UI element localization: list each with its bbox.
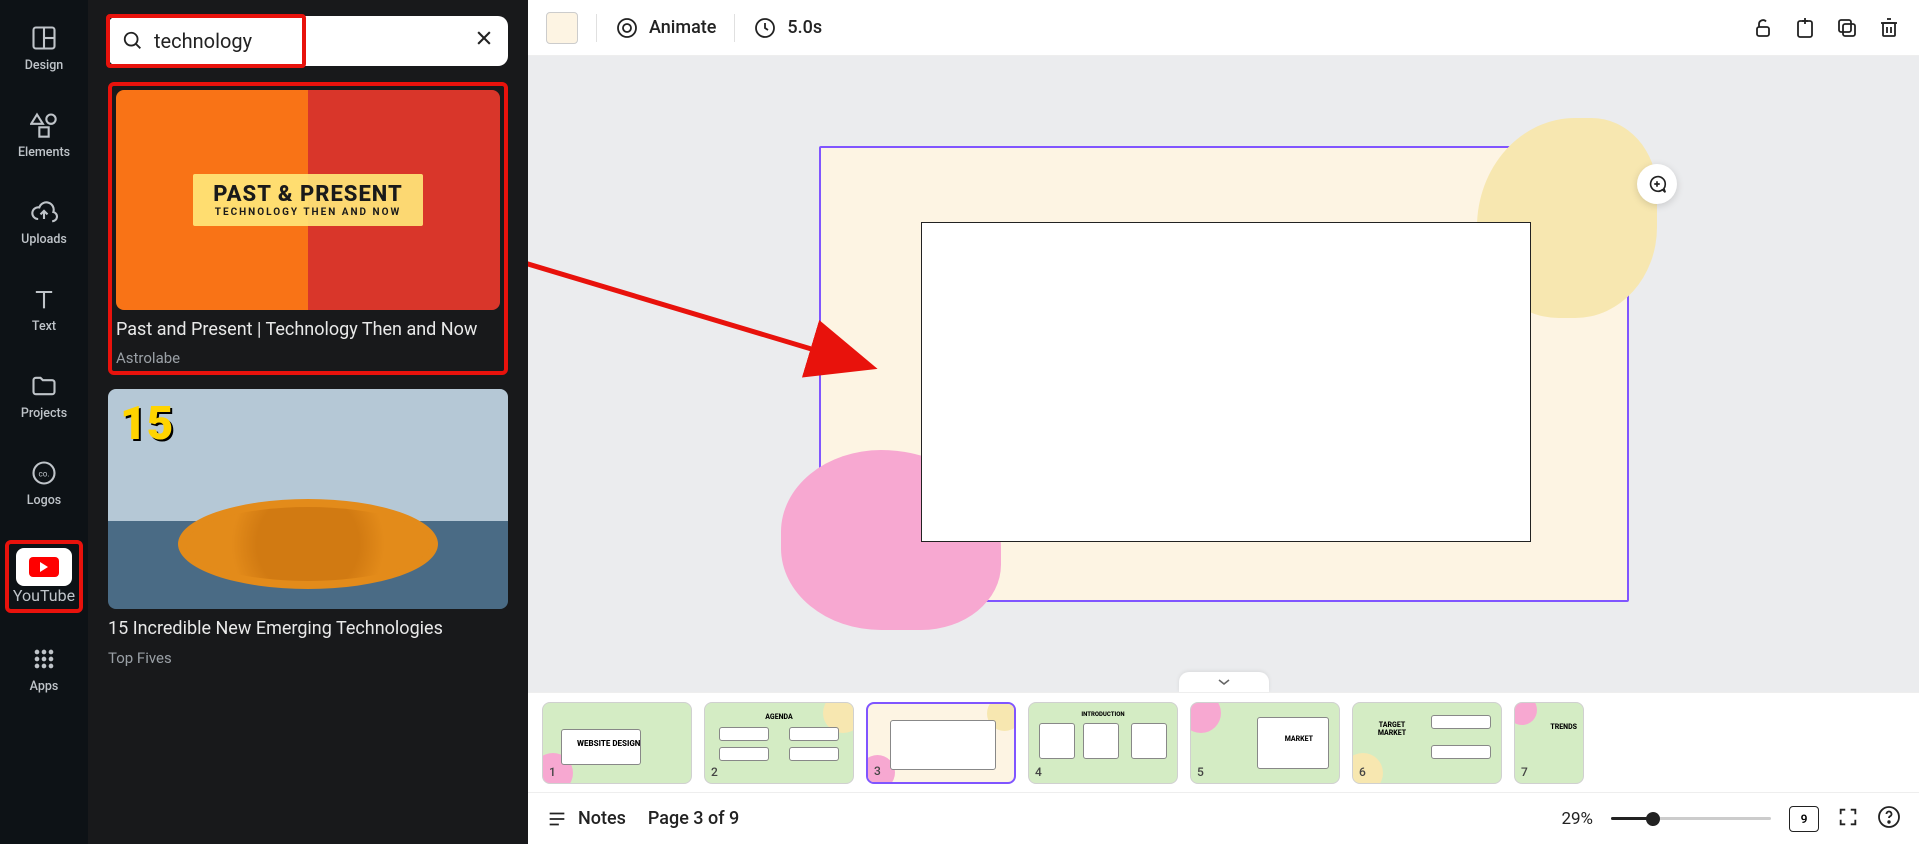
add-page-button[interactable]	[1793, 16, 1817, 40]
slide-thumb-6[interactable]: TARGET MARKET6	[1352, 702, 1502, 784]
search-icon	[122, 30, 144, 52]
nav-label: Design	[25, 58, 64, 73]
context-toolbar: Animate 5.0s	[528, 0, 1919, 56]
filmstrip[interactable]: WEBSITE DESIGN1 AGENDA2 3 INTRODUCTION4 …	[528, 692, 1919, 792]
help-icon	[1877, 805, 1901, 829]
nav-rail: Design Elements Uploads Text Projects	[0, 0, 88, 844]
comment-plus-icon	[1646, 173, 1668, 195]
thumb-illustration	[178, 499, 438, 589]
thumb-banner-line2: TECHNOLOGY THEN AND NOW	[213, 207, 402, 218]
animate-icon	[615, 16, 639, 40]
grid-view-button[interactable]: 9	[1789, 806, 1819, 832]
duration-button[interactable]: 5.0s	[753, 16, 822, 40]
result-title: 15 Incredible New Emerging Technologies	[108, 617, 508, 640]
result-card-2[interactable]: 15 15 Incredible New Emerging Technologi…	[108, 389, 508, 666]
shapes-icon	[30, 111, 58, 139]
duplicate-icon	[1835, 16, 1859, 40]
youtube-highlight: YouTube	[5, 540, 83, 613]
side-panel: PAST & PRESENT TECHNOLOGY THEN AND NOW P…	[88, 0, 528, 844]
layout-icon	[30, 24, 58, 52]
slide-thumb-1[interactable]: WEBSITE DESIGN1	[542, 702, 692, 784]
duration-label: 5.0s	[787, 17, 822, 38]
result-author: Astrolabe	[116, 349, 500, 367]
slide-frame[interactable]	[819, 146, 1629, 602]
youtube-icon	[29, 557, 59, 577]
slide-thumb-3[interactable]: 3	[866, 702, 1016, 784]
page-indicator: Page 3 of 9	[648, 808, 739, 829]
zoom-slider-knob[interactable]	[1646, 812, 1660, 826]
nav-label: Elements	[18, 145, 70, 160]
cloud-upload-icon	[30, 198, 58, 226]
bottom-bar: Notes Page 3 of 9 29% 9	[528, 792, 1919, 844]
toolbar-right	[1751, 16, 1901, 40]
slide-thumb-5[interactable]: MARKET5	[1190, 702, 1340, 784]
nav-projects[interactable]: Projects	[8, 366, 80, 427]
thumb-banner-line1: PAST & PRESENT	[213, 182, 402, 207]
fullscreen-icon	[1837, 806, 1859, 828]
search-results: PAST & PRESENT TECHNOLOGY THEN AND NOW P…	[108, 82, 508, 667]
duplicate-button[interactable]	[1835, 16, 1859, 40]
text-icon	[30, 285, 58, 313]
nav-text[interactable]: Text	[8, 279, 80, 340]
color-swatch[interactable]	[546, 12, 578, 44]
slide-thumb-7[interactable]: TRENDS7	[1514, 702, 1584, 784]
zoom-slider[interactable]	[1611, 817, 1771, 820]
canvas-area[interactable]	[528, 56, 1919, 692]
clock-icon	[753, 16, 777, 40]
result-title: Past and Present | Technology Then and N…	[116, 318, 500, 341]
logo-icon: co.	[30, 459, 58, 487]
notes-icon	[546, 808, 568, 830]
bottom-right: 29% 9	[1561, 805, 1901, 833]
unlock-icon	[1751, 16, 1775, 40]
divider	[734, 14, 735, 42]
nav-label: Projects	[21, 406, 67, 421]
main-area: Animate 5.0s	[528, 0, 1919, 844]
nav-elements[interactable]: Elements	[8, 105, 80, 166]
nav-youtube[interactable]	[16, 548, 72, 586]
search-wrap	[108, 16, 508, 66]
nav-uploads[interactable]: Uploads	[8, 192, 80, 253]
search-box	[108, 16, 508, 66]
nav-design[interactable]: Design	[8, 18, 80, 79]
thumb-badge: 15	[120, 397, 173, 451]
trash-icon	[1877, 16, 1901, 40]
lock-button[interactable]	[1751, 16, 1775, 40]
folder-icon	[30, 372, 58, 400]
nav-apps[interactable]: Apps	[8, 639, 80, 700]
chevron-down-icon	[1217, 677, 1231, 687]
nav-label: Text	[32, 319, 56, 334]
clear-search-button[interactable]	[474, 28, 494, 54]
slide-thumb-4[interactable]: INTRODUCTION4	[1028, 702, 1178, 784]
animate-label: Animate	[649, 17, 716, 38]
search-input[interactable]	[154, 29, 464, 53]
nav-label: YouTube	[13, 586, 75, 605]
nav-logos[interactable]: co. Logos	[8, 453, 80, 514]
delete-button[interactable]	[1877, 16, 1901, 40]
expand-timeline-tab[interactable]	[1179, 672, 1269, 692]
add-comment-button[interactable]	[1637, 164, 1677, 204]
apps-grid-icon	[30, 645, 58, 673]
add-page-icon	[1793, 16, 1817, 40]
nav-label: Apps	[30, 679, 59, 694]
svg-text:co.: co.	[38, 469, 49, 479]
help-button[interactable]	[1877, 805, 1901, 833]
notes-label: Notes	[578, 808, 626, 829]
slide-thumb-2[interactable]: AGENDA2	[704, 702, 854, 784]
result-card-1[interactable]: PAST & PRESENT TECHNOLOGY THEN AND NOW P…	[108, 82, 508, 375]
nav-label: Logos	[27, 493, 61, 508]
total-pages: 9	[1801, 812, 1808, 826]
zoom-percent: 29%	[1561, 809, 1593, 829]
notes-button[interactable]: Notes	[546, 808, 626, 830]
close-icon	[474, 28, 494, 48]
app-root: Design Elements Uploads Text Projects	[0, 0, 1919, 844]
nav-label: Uploads	[21, 232, 67, 247]
result-author: Top Fives	[108, 649, 508, 667]
video-placeholder[interactable]	[921, 222, 1531, 542]
divider	[596, 14, 597, 42]
animate-button[interactable]: Animate	[615, 16, 716, 40]
result-thumbnail: PAST & PRESENT TECHNOLOGY THEN AND NOW	[116, 90, 500, 310]
result-thumbnail: 15	[108, 389, 508, 609]
fullscreen-button[interactable]	[1837, 806, 1859, 832]
